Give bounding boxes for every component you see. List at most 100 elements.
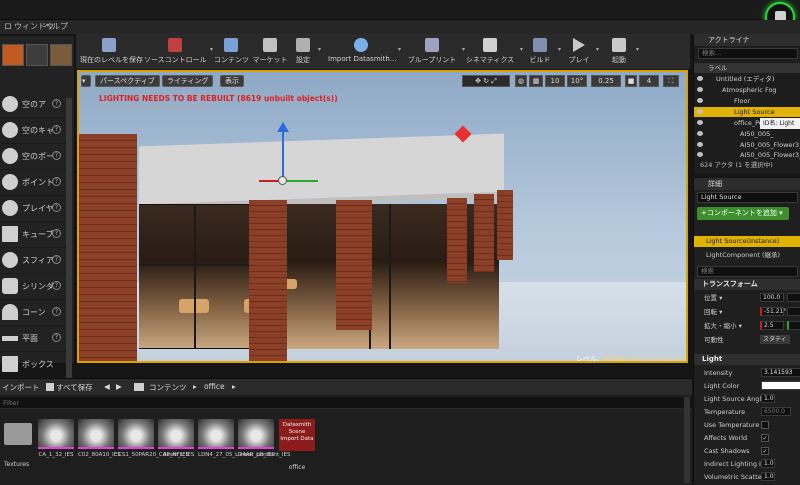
import-datasmith-button[interactable]: Import Datasmith... ▾: [328, 36, 401, 68]
save-level-button[interactable]: 現在のレベルを保存: [80, 36, 143, 68]
transform-section-header[interactable]: トランスフォーム: [694, 279, 800, 290]
surface-snap-icon[interactable]: ▦: [529, 75, 543, 87]
visibility-icon[interactable]: [697, 142, 703, 147]
ies-asset[interactable]: CS1_50PAR20_CAP_NFL_IES: [118, 419, 194, 459]
menu-item-ro[interactable]: ロ: [4, 21, 12, 32]
source-control-button[interactable]: ソースコントロール ▾: [144, 36, 213, 68]
place-item[interactable]: 空のア?: [0, 92, 66, 118]
location-y-field[interactable]: [787, 293, 800, 302]
place-item[interactable]: ポイント?: [0, 170, 66, 196]
location-label[interactable]: 位置 ▾: [704, 294, 722, 302]
outliner-column-header[interactable]: ラベル: [694, 63, 800, 73]
cinematics-button[interactable]: シネマティクス ▾: [464, 36, 523, 68]
outliner-row[interactable]: AI50_005_Flower3_: [694, 140, 800, 150]
scale-label[interactable]: 拡大・縮小 ▾: [704, 322, 742, 330]
marketplace-button[interactable]: マーケット: [252, 36, 288, 68]
scale-x-field[interactable]: 2.5: [760, 321, 784, 330]
rotation-x-field[interactable]: -51.21°: [760, 307, 786, 316]
camera-speed-value[interactable]: 4: [639, 75, 659, 87]
menu-item-help[interactable]: ヘルプ: [44, 21, 68, 32]
content-scrollbar[interactable]: [684, 397, 690, 483]
back-arrow-icon[interactable]: ◀: [104, 382, 110, 391]
forward-arrow-icon[interactable]: ▶: [116, 382, 122, 391]
outliner-row[interactable]: Floor: [694, 96, 800, 106]
scale-y-field[interactable]: [787, 321, 800, 330]
outliner-row[interactable]: Untitled (エディタ): [694, 74, 800, 84]
help-icon[interactable]: ?: [52, 281, 61, 290]
help-icon[interactable]: ?: [52, 177, 61, 186]
settings-button[interactable]: 設定 ▾: [292, 36, 321, 68]
place-item[interactable]: キューブ?: [0, 222, 66, 248]
ies-asset[interactable]: CA_1_32_IES: [38, 419, 74, 459]
help-icon[interactable]: ?: [52, 229, 61, 238]
grid-snap-value[interactable]: 10: [545, 75, 565, 87]
visibility-icon[interactable]: [697, 152, 703, 157]
use-temperature-checkbox[interactable]: [761, 421, 769, 429]
help-icon[interactable]: ?: [52, 151, 61, 160]
visibility-icon[interactable]: [697, 109, 703, 114]
volumetric-field[interactable]: 1.0: [761, 472, 775, 481]
transform-mode-group[interactable]: ✥ ↻ ⤢: [462, 75, 510, 87]
lighting-mode-button[interactable]: ライティング: [162, 75, 214, 87]
content-filter-input[interactable]: Filter: [0, 397, 692, 409]
outliner-tab[interactable]: アクトライナ: [694, 34, 800, 46]
visibility-icon[interactable]: [697, 120, 703, 125]
geometry-mode-icon[interactable]: [50, 44, 72, 66]
light-color-swatch[interactable]: [761, 381, 800, 390]
outliner-row[interactable]: Atmospheric Fog: [694, 85, 800, 95]
ies-asset[interactable]: linear_pendant_IES: [238, 419, 291, 459]
outliner-row[interactable]: AI50_005_: [694, 129, 800, 139]
import-button[interactable]: インポート: [2, 382, 40, 393]
place-item[interactable]: ボックス: [0, 352, 66, 378]
paint-mode-icon[interactable]: [26, 44, 48, 66]
source-angle-field[interactable]: 1.0: [761, 394, 775, 403]
dropdown-arrow-icon[interactable]: ▾: [210, 46, 213, 53]
world-local-icon[interactable]: ◍: [515, 75, 527, 87]
details-tab[interactable]: 詳細: [694, 178, 800, 190]
help-icon[interactable]: ?: [52, 99, 61, 108]
location-x-field[interactable]: 100.0: [760, 293, 784, 302]
camera-speed-icon[interactable]: ■: [625, 75, 637, 87]
gizmo-y-axis[interactable]: [283, 180, 318, 182]
place-item[interactable]: スフィア?: [0, 248, 66, 274]
viewport-options-button[interactable]: ▾: [81, 75, 91, 87]
visibility-icon[interactable]: [697, 87, 703, 92]
scale-snap-value[interactable]: 0.25: [591, 75, 621, 87]
dropdown-arrow-icon[interactable]: ▾: [398, 46, 401, 53]
help-icon[interactable]: ?: [52, 307, 61, 316]
place-item[interactable]: シリンダ?: [0, 274, 66, 300]
help-icon[interactable]: ?: [52, 333, 61, 342]
gizmo-center[interactable]: [278, 176, 287, 185]
breadcrumb-office[interactable]: office: [204, 382, 225, 391]
blueprint-button[interactable]: ブループリント ▾: [406, 36, 465, 68]
dropdown-arrow-icon[interactable]: ▾: [636, 46, 639, 53]
dropdown-arrow-icon[interactable]: ▾: [520, 46, 523, 53]
save-all-button[interactable]: すべて保存: [56, 382, 93, 393]
maximize-viewport-icon[interactable]: ⛶: [663, 75, 679, 87]
level-viewport[interactable]: ▾ パースペクティブ ライティング 表示 ✥ ↻ ⤢ ◍ ▦ 10 10° 0.…: [77, 70, 688, 363]
place-item[interactable]: 空のポー?: [0, 144, 66, 170]
help-icon[interactable]: ?: [52, 203, 61, 212]
datasmith-scene-asset[interactable]: Datasmith Scene Import Data: [279, 419, 315, 451]
build-button[interactable]: ビルド ▾: [526, 36, 561, 68]
rotation-y-field[interactable]: [787, 307, 800, 316]
intensity-field[interactable]: 3.141593: [761, 368, 800, 377]
visibility-icon[interactable]: [697, 98, 703, 103]
place-item[interactable]: プレイヤ?: [0, 196, 66, 222]
ies-asset[interactable]: C02_80A10_IES: [78, 419, 121, 459]
place-item[interactable]: 平面?: [0, 326, 66, 352]
add-component-button[interactable]: +コンポーネントを追加 ▾: [697, 207, 789, 220]
place-item[interactable]: 空のキャ?: [0, 118, 66, 144]
help-icon[interactable]: ?: [52, 125, 61, 134]
modes-scrollbar[interactable]: [66, 98, 72, 393]
help-icon[interactable]: ?: [52, 255, 61, 264]
show-button[interactable]: 表示: [220, 75, 244, 87]
content-button[interactable]: コンテンツ: [214, 36, 249, 68]
perspective-button[interactable]: パースペクティブ: [95, 75, 160, 87]
ies-asset[interactable]: down_IES: [158, 419, 194, 459]
mobility-static-button[interactable]: スタティ: [760, 335, 790, 344]
affects-world-checkbox[interactable]: ✓: [761, 434, 769, 442]
details-search-input[interactable]: 検索: [697, 266, 798, 277]
indirect-lighting-field[interactable]: 1.0: [761, 459, 775, 468]
actor-name-field[interactable]: Light Source: [697, 192, 798, 203]
